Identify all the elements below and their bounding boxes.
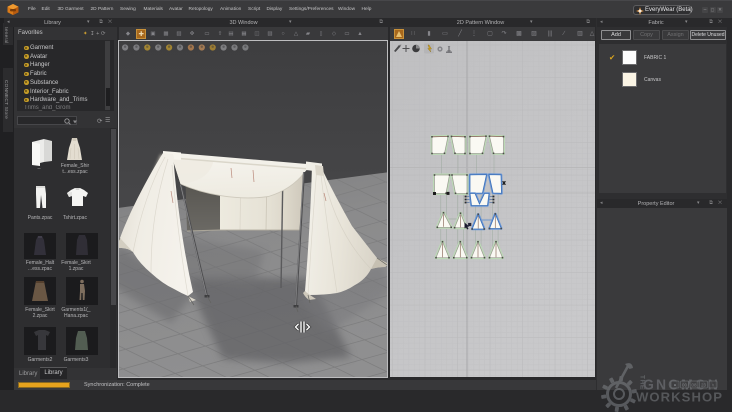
svg-text:WORKSHOP: WORKSHOP <box>636 391 723 405</box>
